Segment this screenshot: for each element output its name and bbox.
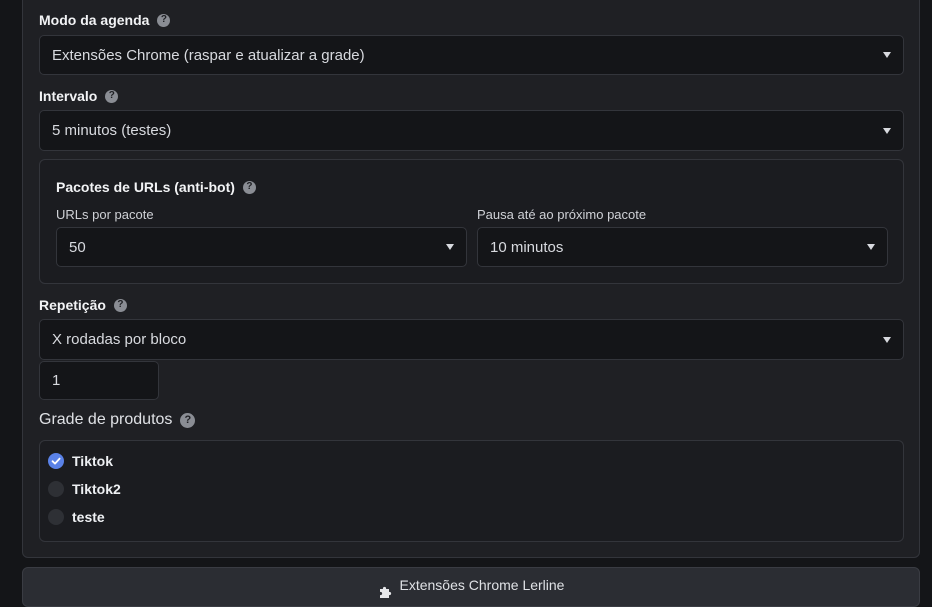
urls-per-batch-value: 50 bbox=[69, 238, 86, 256]
caret-down-icon bbox=[867, 244, 875, 250]
product-option-label: teste bbox=[72, 509, 105, 525]
product-option-tiktok2[interactable]: Tiktok2 bbox=[48, 481, 121, 497]
radio-checked[interactable] bbox=[48, 453, 64, 469]
urls-per-batch-label: URLs por pacote bbox=[56, 207, 154, 222]
caret-down-icon bbox=[883, 336, 891, 343]
batch-pause-select[interactable]: 10 minutos bbox=[477, 227, 888, 267]
url-batches-title-text: Pacotes de URLs (anti-bot) bbox=[56, 179, 235, 195]
product-option-label: Tiktok bbox=[72, 453, 113, 469]
product-option-teste[interactable]: teste bbox=[48, 509, 105, 525]
help-icon[interactable]: ? bbox=[113, 298, 127, 312]
schedule-mode-select[interactable]: Extensões Chrome (raspar e atualizar a g… bbox=[39, 35, 904, 75]
help-icon[interactable]: ? bbox=[157, 13, 171, 27]
interval-label-text: Intervalo bbox=[39, 88, 98, 104]
help-icon[interactable]: ? bbox=[242, 180, 256, 194]
repetition-count-input[interactable]: 1 bbox=[39, 361, 159, 400]
repetition-label: Repetição ? bbox=[39, 297, 127, 313]
schedule-mode-label-text: Modo da agenda bbox=[39, 12, 150, 28]
product-grid-label-text: Grade de produtos bbox=[39, 411, 173, 428]
help-icon[interactable]: ? bbox=[180, 412, 196, 428]
product-grid-label: Grade de produtos ? bbox=[39, 411, 196, 429]
repetition-select[interactable]: X rodadas por bloco bbox=[39, 319, 904, 360]
radio-unchecked[interactable] bbox=[48, 481, 64, 497]
interval-label: Intervalo ? bbox=[39, 88, 119, 104]
url-batches-box: Pacotes de URLs (anti-bot) ? URLs por pa… bbox=[39, 159, 904, 284]
chrome-extensions-button[interactable]: Extensões Chrome Lerline bbox=[22, 567, 920, 607]
product-option-tiktok[interactable]: Tiktok bbox=[48, 453, 113, 469]
help-icon[interactable]: ? bbox=[105, 89, 119, 103]
product-option-label: Tiktok2 bbox=[72, 481, 121, 497]
check-icon bbox=[51, 457, 61, 465]
repetition-label-text: Repetição bbox=[39, 297, 106, 313]
caret-down-icon bbox=[446, 244, 454, 250]
urls-per-batch-select[interactable]: 50 bbox=[56, 227, 467, 267]
caret-down-icon bbox=[883, 127, 891, 134]
product-grid-list: Tiktok Tiktok2 teste bbox=[39, 440, 904, 542]
schedule-mode-label: Modo da agenda ? bbox=[39, 12, 171, 28]
url-batches-title: Pacotes de URLs (anti-bot) ? bbox=[56, 179, 256, 195]
repetition-value: X rodadas por bloco bbox=[52, 331, 187, 348]
repetition-count-value: 1 bbox=[52, 372, 61, 389]
batch-pause-value: 10 minutos bbox=[490, 238, 564, 256]
interval-select[interactable]: 5 minutos (testes) bbox=[39, 110, 904, 151]
batch-pause-label: Pausa até ao próximo pacote bbox=[477, 207, 647, 222]
caret-down-icon bbox=[883, 52, 891, 58]
radio-unchecked[interactable] bbox=[48, 509, 64, 525]
interval-value: 5 minutos (testes) bbox=[52, 122, 172, 139]
schedule-mode-value: Extensões Chrome (raspar e atualizar a g… bbox=[52, 46, 365, 64]
